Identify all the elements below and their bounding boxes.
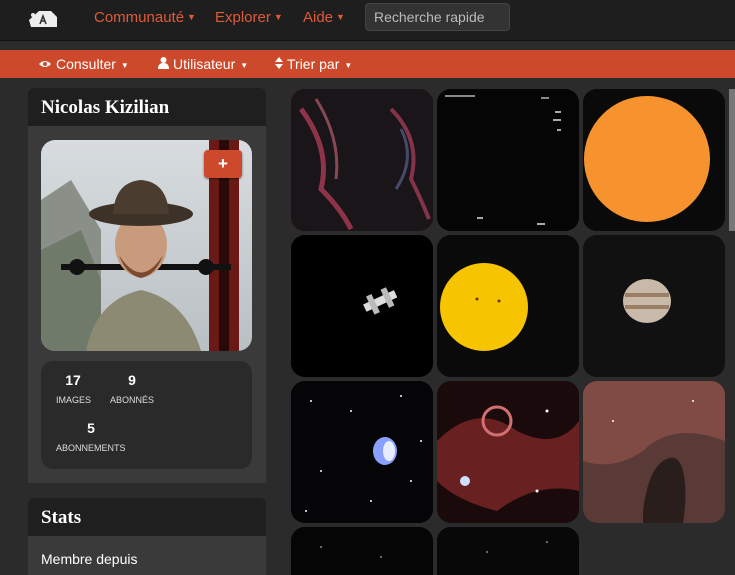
gallery-thumbnail-dark-field[interactable] xyxy=(437,89,579,231)
gallery-thumbnail-planetary-nebula[interactable] xyxy=(291,381,433,523)
quick-search-input[interactable] xyxy=(365,3,510,31)
sort-icon xyxy=(275,56,283,72)
gallery-thumbnail-jupiter[interactable] xyxy=(583,235,725,377)
subnav-consulter-label: Consulter xyxy=(56,56,116,72)
profile-subnav: Consulter ▼ Utilisateur ▼ Trier par ▼ xyxy=(0,50,735,78)
caret-down-icon: ▼ xyxy=(187,12,196,22)
caret-down-icon: ▼ xyxy=(336,12,345,22)
nav-communaute[interactable]: Communauté ▼ xyxy=(94,9,196,26)
caret-down-icon: ▼ xyxy=(120,61,129,70)
profile-stats-box: 17 IMAGES 9 ABONNÉS 5 ABONNEMENTS xyxy=(41,361,252,469)
follow-button[interactable]: + xyxy=(204,150,242,178)
astrobin-logo-icon[interactable] xyxy=(27,7,59,31)
followers-count[interactable]: 9 xyxy=(116,372,148,388)
nav-explorer[interactable]: Explorer ▼ xyxy=(215,9,283,26)
caret-down-icon: ▼ xyxy=(240,61,249,70)
stats-title: Stats xyxy=(28,498,266,536)
gallery-thumbnail-elephant-trunk[interactable] xyxy=(583,381,725,523)
subnav-trier-par-label: Trier par xyxy=(287,56,340,72)
caret-down-icon: ▼ xyxy=(344,61,353,70)
subnav-utilisateur[interactable]: Utilisateur ▼ xyxy=(158,56,248,72)
nav-aide[interactable]: Aide ▼ xyxy=(303,9,345,26)
followers-label: ABONNÉS xyxy=(110,395,155,405)
following-count[interactable]: 5 xyxy=(75,420,107,436)
member-since-label: Membre depuis xyxy=(41,551,138,567)
images-count[interactable]: 17 xyxy=(57,372,89,388)
stats-panel: Stats Membre depuis xyxy=(28,498,266,575)
gallery-thumbnail-starfield-1[interactable] xyxy=(291,527,433,575)
eye-icon xyxy=(38,56,52,72)
gallery-thumbnail-yellow-sun[interactable] xyxy=(437,235,579,377)
user-icon xyxy=(158,56,169,72)
subnav-trier-par[interactable]: Trier par ▼ xyxy=(275,56,352,72)
subnav-utilisateur-label: Utilisateur xyxy=(173,56,236,72)
images-label: IMAGES xyxy=(56,395,92,405)
gallery-thumbnail-bubble-nebula[interactable] xyxy=(437,381,579,523)
gallery-thumbnail-nebula-veil[interactable] xyxy=(291,89,433,231)
gallery-thumbnail-iss[interactable] xyxy=(291,235,433,377)
nav-communaute-label: Communauté xyxy=(94,9,185,26)
profile-panel: Nicolas Kizilian + 17 IMAGES 9 ABONNÉS 5… xyxy=(28,88,266,483)
gallery-thumbnail-starfield-2[interactable] xyxy=(437,527,579,575)
top-navbar: Communauté ▼ Explorer ▼ Aide ▼ xyxy=(0,0,735,41)
gallery-thumbnail-partial[interactable] xyxy=(729,89,735,231)
nav-explorer-label: Explorer xyxy=(215,9,271,26)
gallery-thumbnail-orange-sun[interactable] xyxy=(583,89,725,231)
following-label: ABONNEMENTS xyxy=(56,443,126,453)
nav-aide-label: Aide xyxy=(303,9,334,26)
subnav-consulter[interactable]: Consulter ▼ xyxy=(38,56,129,72)
caret-down-icon: ▼ xyxy=(273,12,283,22)
profile-name: Nicolas Kizilian xyxy=(28,88,266,126)
